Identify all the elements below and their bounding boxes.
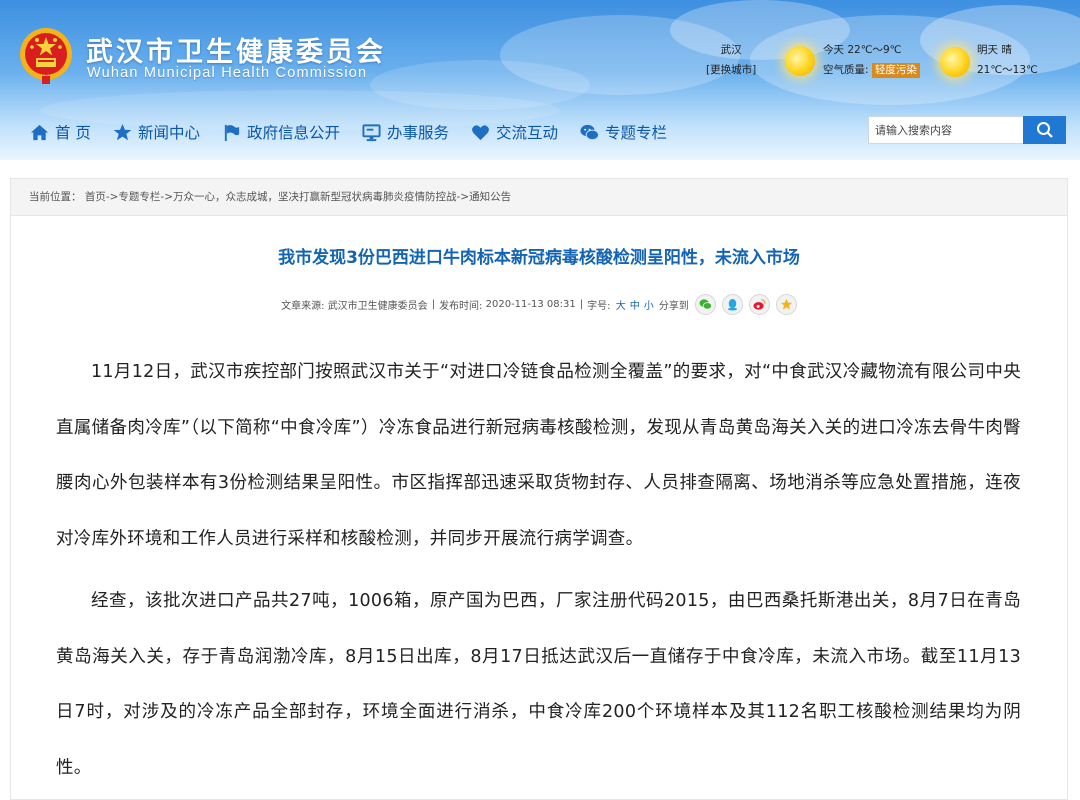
article-paragraph: 经查，该批次进口产品共27吨，1006箱，原产国为巴西，厂家注册代码2015，由…	[56, 591, 1021, 778]
nav-item-topics[interactable]: 专题专栏	[580, 121, 667, 143]
weather-tomorrow: 明天 晴 21℃～13℃	[977, 40, 1038, 80]
weather-city: 武汉 [更换城市]	[706, 40, 756, 80]
font-size-label: 字号:	[587, 301, 611, 312]
sunny-icon	[785, 46, 815, 76]
wechat-icon	[699, 299, 712, 310]
qq-icon	[727, 298, 738, 311]
nav-label: 办事服务	[386, 124, 449, 142]
share-wechat-button[interactable]	[694, 294, 716, 315]
font-size-small[interactable]: 小	[644, 297, 654, 312]
search-input[interactable]	[868, 116, 1023, 144]
main-nav: 首 页 新闻中心 政府信息公开 办事服务 交流互动 专题专栏	[30, 118, 689, 146]
weather-city-name: 武汉	[720, 44, 742, 56]
nav-item-interaction[interactable]: 交流互动	[471, 121, 558, 143]
nav-label: 新闻中心	[137, 124, 200, 142]
flag-icon	[224, 124, 240, 141]
site-header: 武汉市卫生健康委员会 Wuhan Municipal Health Commis…	[0, 0, 1080, 160]
national-emblem-icon	[20, 28, 72, 84]
air-quality-badge: 轻度污染	[871, 63, 920, 78]
source-label: 文章来源:	[281, 301, 325, 312]
published-label: 发布时间:	[439, 301, 483, 312]
chat-icon	[580, 124, 599, 140]
change-city-link[interactable]: [更换城市]	[706, 60, 756, 80]
article-meta: 文章来源: 武汉市卫生健康委员会 | 发布时间: 2020-11-13 08:3…	[11, 294, 1067, 315]
published-value: 2020-11-13 08:31	[485, 299, 576, 310]
font-size-medium[interactable]: 中	[630, 297, 640, 312]
star-icon	[113, 123, 132, 140]
share-favorite-button[interactable]	[775, 294, 797, 315]
font-size-large[interactable]: 大	[616, 297, 626, 312]
favorite-icon	[780, 298, 792, 310]
tomorrow-label: 明天	[977, 44, 998, 56]
weather-today: 今天 22℃～9℃ 空气质量: 轻度污染	[823, 40, 920, 80]
meta-separator: |	[579, 299, 584, 310]
share-label: 分享到	[658, 301, 689, 312]
article-body: 11月12日，武汉市疾控部门按照武汉市关于“对进口冷链食品检测全覆盖”的要求，对…	[56, 345, 1021, 796]
home-icon	[30, 124, 49, 140]
breadcrumb: 当前位置： 首页->专题专栏->万众一心，众志成城，坚决打赢新型冠状病毒肺炎疫情…	[11, 179, 1067, 216]
tomorrow-temp: 21℃～13℃	[977, 64, 1038, 76]
article-title: 我市发现3份巴西进口牛肉标本新冠病毒核酸检测呈阳性，未流入市场	[278, 248, 800, 268]
share-qq-button[interactable]	[721, 294, 743, 315]
nav-item-news[interactable]: 新闻中心	[113, 121, 200, 143]
article-container: 当前位置： 首页->专题专栏->万众一心，众志成城，坚决打赢新型冠状病毒肺炎疫情…	[10, 178, 1068, 800]
meta-separator: |	[431, 299, 436, 310]
nav-label: 政府信息公开	[246, 124, 340, 142]
today-label: 今天	[823, 44, 844, 56]
nav-label: 交流互动	[495, 124, 558, 142]
article-paragraph: 11月12日，武汉市疾控部门按照武汉市关于“对进口冷链食品检测全覆盖”的要求，对…	[56, 362, 1021, 549]
nav-label: 首 页	[55, 124, 91, 142]
site-title[interactable]: 武汉市卫生健康委员会	[86, 30, 386, 69]
today-temp: 22℃～9℃	[847, 44, 902, 56]
monitor-icon	[362, 123, 381, 141]
breadcrumb-trail[interactable]: 首页->专题专栏->万众一心，众志成城，坚决打赢新型冠状病毒肺炎疫情防控战->通…	[85, 191, 511, 203]
nav-item-services[interactable]: 办事服务	[362, 121, 449, 143]
heart-icon	[472, 124, 489, 140]
nav-label: 专题专栏	[605, 124, 668, 142]
sunny-icon	[940, 47, 970, 77]
nav-item-gov-info[interactable]: 政府信息公开	[222, 121, 340, 143]
search-icon	[1036, 122, 1053, 138]
search-box	[868, 116, 1066, 144]
site-subtitle: Wuhan Municipal Health Commission	[87, 65, 368, 81]
search-button[interactable]	[1023, 116, 1066, 144]
weibo-icon	[753, 299, 766, 310]
air-quality-label: 空气质量:	[823, 64, 869, 76]
nav-item-home[interactable]: 首 页	[30, 121, 91, 143]
breadcrumb-label: 当前位置：	[29, 191, 82, 203]
source-value: 武汉市卫生健康委员会	[327, 301, 428, 312]
share-weibo-button[interactable]	[748, 294, 770, 315]
tomorrow-condition: 晴	[1001, 44, 1012, 56]
